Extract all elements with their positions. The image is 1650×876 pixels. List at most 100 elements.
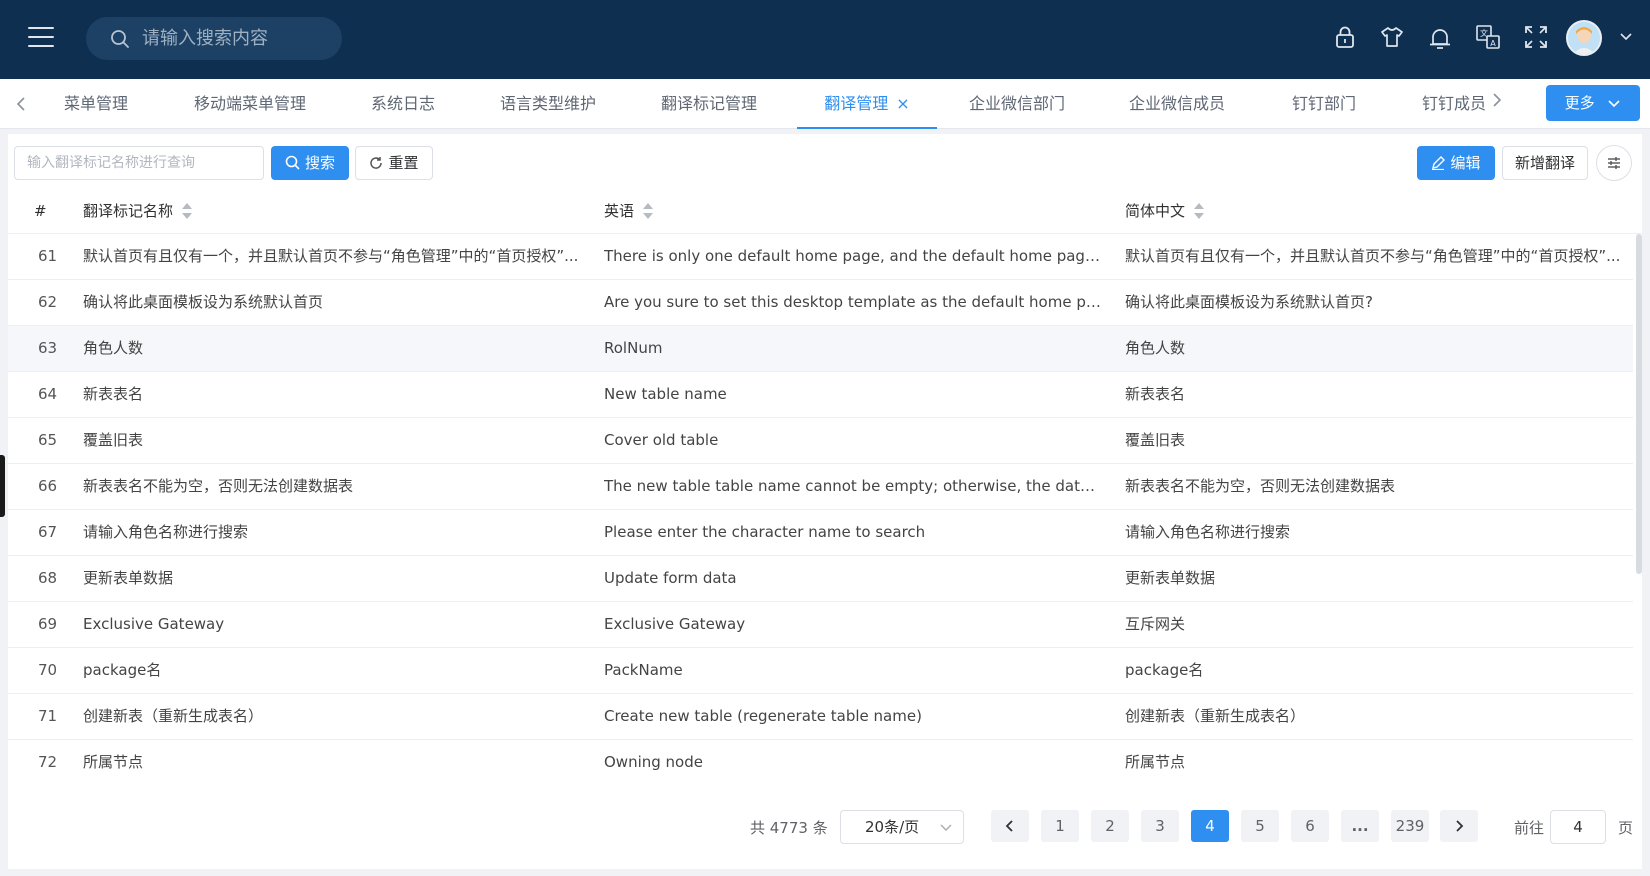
page-button[interactable]: 5	[1241, 810, 1279, 842]
fullscreen-icon[interactable]	[1523, 24, 1549, 50]
search-button[interactable]: 搜索	[271, 146, 349, 180]
goto-page-input[interactable]	[1550, 810, 1606, 844]
chevron-down-icon[interactable]	[1618, 28, 1634, 44]
cell-chinese: 角色人数	[1125, 339, 1186, 357]
cell-index: 69	[38, 615, 58, 633]
table-body: 61 默认首页有且仅有一个，并且默认首页不参与“角色管理”中的“首页授权”... T…	[8, 234, 1642, 785]
column-settings-button[interactable]	[1596, 145, 1632, 181]
translate-icon[interactable]: A文	[1475, 24, 1501, 50]
cell-chinese: 新表表名	[1125, 385, 1186, 403]
cell-english: RolNum	[604, 339, 663, 357]
table-row[interactable]: 63 角色人数 RolNum 角色人数	[8, 326, 1633, 372]
page-button[interactable]: 239	[1391, 810, 1429, 842]
sort-icon[interactable]	[1193, 203, 1205, 219]
column-header-chinese[interactable]: 简体中文	[1125, 188, 1205, 234]
page-ellipsis[interactable]: ...	[1341, 810, 1379, 842]
reset-button[interactable]: 重置	[355, 146, 433, 180]
sort-icon[interactable]	[181, 203, 193, 219]
table-row[interactable]: 65 覆盖旧表 Cover old table 覆盖旧表	[8, 418, 1633, 464]
cell-index: 65	[38, 431, 58, 449]
cell-name: 确认将此桌面模板设为系统默认首页	[83, 293, 324, 311]
cell-name: 创建新表（重新生成表名）	[83, 707, 264, 725]
table-row[interactable]: 62 确认将此桌面模板设为系统默认首页 Are you sure to set th…	[8, 280, 1633, 326]
drag-handle[interactable]	[0, 455, 5, 517]
page-button[interactable]: 6	[1291, 810, 1329, 842]
cell-english: The new table table name cannot be empty…	[604, 477, 1104, 495]
tab-wecom-department[interactable]: 企业微信部门	[964, 79, 1070, 129]
chevron-left-icon[interactable]	[14, 95, 28, 113]
tab-label: 企业微信成员	[1128, 94, 1225, 113]
more-tabs-button[interactable]: 更多	[1546, 85, 1640, 121]
cell-name: 默认首页有且仅有一个，并且默认首页不参与“角色管理”中的“首页授权”...	[83, 247, 579, 265]
add-translation-button[interactable]: 新增翻译	[1502, 146, 1588, 180]
menu-icon[interactable]	[28, 27, 54, 49]
page-size-value: 20条/页	[865, 818, 920, 836]
table-row[interactable]: 64 新表表名 New table name 新表表名	[8, 372, 1633, 418]
tab-language-type[interactable]: 语言类型维护	[495, 79, 601, 129]
bell-icon[interactable]	[1427, 25, 1453, 51]
page-button[interactable]: 1	[1041, 810, 1079, 842]
cell-english: New table name	[604, 385, 727, 403]
cell-name: 新表表名	[83, 385, 144, 403]
tab-wecom-member[interactable]: 企业微信成员	[1124, 79, 1230, 129]
tab-mobile-menu-management[interactable]: 移动端菜单管理	[190, 79, 310, 129]
table-row[interactable]: 70 package名 PackName package名	[8, 648, 1633, 694]
page-button[interactable]: 3	[1141, 810, 1179, 842]
edit-button-label: 编辑	[1450, 154, 1481, 172]
cell-chinese: 创建新表（重新生成表名）	[1125, 707, 1306, 725]
cell-english: Update form data	[604, 569, 737, 587]
cell-index: 62	[38, 293, 58, 311]
lock-icon[interactable]	[1332, 24, 1358, 50]
next-page-button[interactable]	[1440, 810, 1478, 842]
main-card: 搜索 重置 编辑 新增翻译 # 翻译标记名称 英语 简体中文 61默认首页有且仅…	[8, 134, 1642, 869]
avatar[interactable]	[1566, 20, 1602, 56]
table-row[interactable]: 68 更新表单数据 Update form data 更新表单数据	[8, 556, 1633, 602]
tab-system-log[interactable]: 系统日志	[365, 79, 441, 129]
close-icon[interactable]: ×	[896, 79, 909, 129]
add-translation-label: 新增翻译	[1514, 154, 1575, 172]
cell-index: 71	[38, 707, 58, 725]
global-search-input[interactable]	[142, 25, 332, 52]
table-row[interactable]: 71 创建新表（重新生成表名） Create new table (regenera…	[8, 694, 1633, 740]
cell-index: 61	[38, 247, 58, 265]
table-row[interactable]: 66 新表表名不能为空，否则无法创建数据表 The new table table …	[8, 464, 1633, 510]
search-button-label: 搜索	[304, 154, 335, 172]
page-size-select[interactable]: 20条/页	[840, 810, 964, 844]
chevron-right-icon	[1456, 820, 1464, 832]
page-button[interactable]: 4	[1191, 810, 1229, 842]
prev-page-button[interactable]	[991, 810, 1029, 842]
tab-translation-mark[interactable]: 翻译标记管理	[656, 79, 762, 129]
tab-menu-management[interactable]: 菜单管理	[56, 79, 136, 129]
sort-icon[interactable]	[642, 203, 654, 219]
tab-translation-management[interactable]: 翻译管理 ×	[797, 79, 937, 129]
cell-english: Owning node	[604, 753, 703, 771]
cell-name: package名	[83, 661, 162, 679]
tab-dingtalk-department[interactable]: 钉钉部门	[1284, 79, 1364, 129]
cell-english: PackName	[604, 661, 683, 679]
column-header-name[interactable]: 翻译标记名称	[83, 188, 193, 234]
shirt-icon[interactable]	[1379, 24, 1405, 50]
tab-label: 语言类型维护	[499, 94, 596, 113]
table-row[interactable]: 61 默认首页有且仅有一个，并且默认首页不参与“角色管理”中的“首页授权”... T…	[8, 234, 1633, 280]
table-row[interactable]: 72 所属节点 Owning node 所属节点	[8, 740, 1633, 785]
cell-index: 63	[38, 339, 58, 357]
global-search[interactable]	[86, 17, 342, 60]
vertical-scrollbar[interactable]	[1636, 234, 1642, 574]
page-button[interactable]: 2	[1091, 810, 1129, 842]
cell-chinese: 更新表单数据	[1125, 569, 1216, 587]
column-header-english[interactable]: 英语	[604, 188, 654, 234]
edit-button[interactable]: 编辑	[1417, 146, 1495, 180]
chevron-right-icon[interactable]	[1490, 91, 1504, 109]
goto-suffix: 页	[1618, 819, 1634, 837]
column-header-label: 翻译标记名称	[83, 202, 174, 220]
cell-name: 更新表单数据	[83, 569, 174, 587]
cell-chinese: 新表表名不能为空，否则无法创建数据表	[1125, 477, 1396, 495]
cell-chinese: 互斥网关	[1125, 615, 1186, 633]
chevron-left-icon	[1005, 820, 1013, 832]
translation-filter-input[interactable]	[14, 146, 264, 180]
table-row[interactable]: 67 请输入角色名称进行搜索 Please enter the character …	[8, 510, 1633, 556]
table-row[interactable]: 69 Exclusive Gateway Exclusive Gateway 互斥网关	[8, 602, 1633, 648]
chevron-down-icon	[1608, 100, 1620, 108]
cell-english: Exclusive Gateway	[604, 615, 746, 633]
tab-dingtalk-member[interactable]: 钉钉成员	[1414, 79, 1494, 129]
